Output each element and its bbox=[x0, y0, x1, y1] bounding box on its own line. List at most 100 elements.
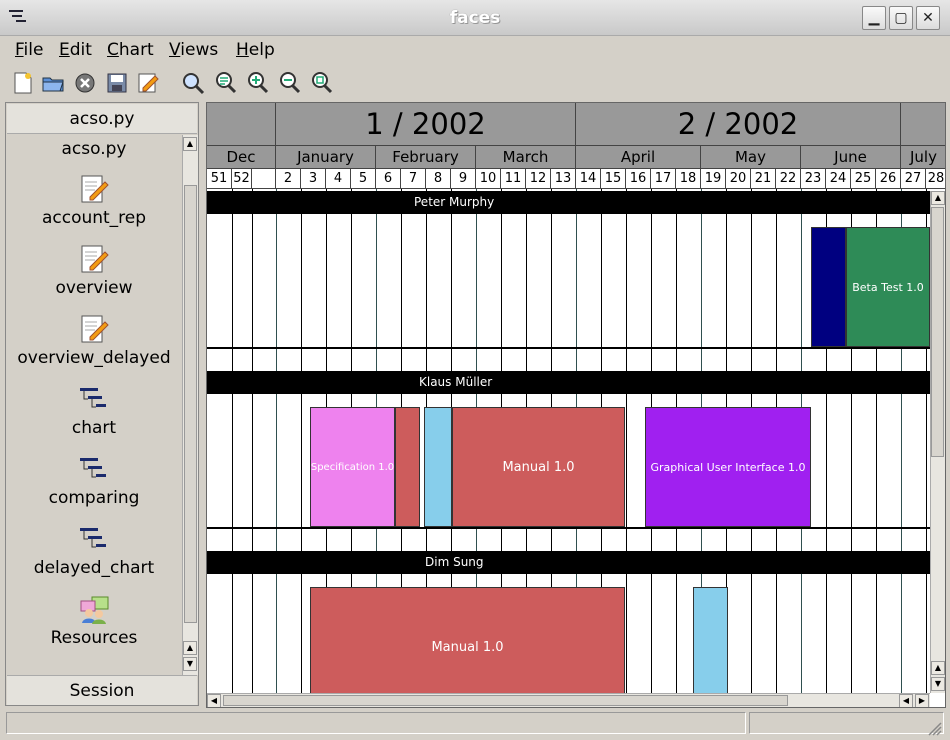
sidebar-scrollbar[interactable]: ▲ ▲ ▼ bbox=[182, 135, 198, 675]
task-bar[interactable]: Manual 1.0 bbox=[310, 587, 625, 693]
week-header-cell: 16 bbox=[626, 169, 651, 189]
week-header-cell: 5 bbox=[351, 169, 376, 189]
week-header-cell: 8 bbox=[426, 169, 451, 189]
close-window-button[interactable]: ✕ bbox=[916, 6, 940, 30]
scroll-up-button[interactable]: ▲ bbox=[183, 137, 197, 151]
sidebar-header[interactable]: acso.py bbox=[7, 104, 197, 134]
gantt-chart-icon[interactable] bbox=[78, 523, 110, 555]
chart-horizontal-scrollbar[interactable]: ◀ ◀ ▶ bbox=[207, 693, 930, 707]
task-bar[interactable]: Beta Test 1.0 bbox=[846, 227, 930, 347]
week-header-cell: 14 bbox=[576, 169, 601, 189]
gantt-chart-icon[interactable] bbox=[78, 453, 110, 485]
sidebar-item-account-rep[interactable]: account_rep bbox=[6, 208, 182, 228]
scroll-left-button[interactable]: ◀ bbox=[899, 694, 913, 707]
menu-help[interactable]: Help bbox=[234, 39, 277, 61]
edit-document-icon[interactable] bbox=[78, 313, 110, 345]
edit-document-icon[interactable] bbox=[78, 243, 110, 275]
week-header-cell: 51 bbox=[207, 169, 232, 189]
week-header-cell: 21 bbox=[751, 169, 776, 189]
menu-views[interactable]: Views bbox=[167, 39, 220, 61]
minimize-button[interactable]: ▁ bbox=[862, 6, 886, 30]
scroll-thumb[interactable] bbox=[223, 695, 788, 706]
scroll-down-button[interactable]: ▼ bbox=[931, 677, 945, 691]
scroll-left-button[interactable]: ◀ bbox=[207, 694, 221, 707]
sidebar-item-comparing[interactable]: comparing bbox=[6, 488, 182, 508]
week-header-cell: 13 bbox=[551, 169, 576, 189]
resource-name: Peter Murphy bbox=[414, 195, 495, 209]
quarter-header-cell: 2 / 2002 bbox=[576, 103, 901, 146]
scroll-up-button[interactable]: ▲ bbox=[183, 641, 197, 655]
month-header-cell: June bbox=[801, 146, 901, 169]
task-bar[interactable] bbox=[811, 227, 846, 347]
chart-body: Peter Murphy Beta Test 1.0 Klaus Müller Spe… bbox=[207, 189, 930, 693]
task-bar[interactable] bbox=[395, 407, 420, 527]
zoom-out-icon[interactable] bbox=[276, 70, 302, 96]
menu-chart[interactable]: Chart bbox=[105, 39, 156, 61]
week-header-cell: 9 bbox=[451, 169, 476, 189]
grid-line bbox=[232, 189, 233, 693]
week-header-cell: 25 bbox=[851, 169, 876, 189]
grid-line bbox=[252, 189, 253, 693]
task-bar[interactable] bbox=[424, 407, 452, 527]
sidebar-title: acso.py bbox=[61, 139, 127, 159]
scroll-down-button[interactable]: ▼ bbox=[183, 657, 197, 671]
month-header-cell: Dec bbox=[207, 146, 276, 169]
week-header-cell: 28 bbox=[926, 169, 945, 189]
task-bar[interactable]: Specification 1.0 bbox=[310, 407, 395, 527]
grid-line bbox=[301, 189, 302, 693]
status-field-secondary bbox=[749, 712, 944, 734]
week-header-cell: 26 bbox=[876, 169, 901, 189]
sidebar-item-delayed-chart[interactable]: delayed_chart bbox=[6, 558, 182, 578]
sidebar-item-chart[interactable]: chart bbox=[6, 418, 182, 438]
week-header-cell: 17 bbox=[651, 169, 676, 189]
gantt-chart[interactable]: 1 / 2002 2 / 2002 Dec January February March A… bbox=[206, 102, 946, 708]
zoom-fit-icon[interactable] bbox=[212, 70, 238, 96]
chart-canvas: 1 / 2002 2 / 2002 Dec January February March A… bbox=[207, 103, 945, 693]
edit-icon[interactable] bbox=[135, 70, 161, 96]
window-title: faces bbox=[449, 8, 501, 28]
resources-icon[interactable] bbox=[78, 593, 110, 625]
sidebar-item-overview[interactable]: overview bbox=[6, 278, 182, 298]
month-header-cell: March bbox=[476, 146, 576, 169]
quarter-header-cell bbox=[207, 103, 276, 146]
row-separator bbox=[207, 527, 930, 529]
edit-document-icon[interactable] bbox=[78, 173, 110, 205]
week-header-cell: 23 bbox=[801, 169, 826, 189]
maximize-button[interactable]: ▢ bbox=[889, 6, 913, 30]
week-header-cell: 27 bbox=[901, 169, 926, 189]
week-header-cell: 52 bbox=[232, 169, 252, 189]
new-file-icon[interactable] bbox=[10, 70, 36, 96]
scroll-thumb[interactable] bbox=[184, 185, 197, 623]
zoom-icon[interactable] bbox=[180, 70, 206, 96]
scroll-right-button[interactable]: ▶ bbox=[915, 694, 929, 707]
task-bar[interactable]: Graphical User Interface 1.0 bbox=[645, 407, 811, 527]
sidebar-item-resources[interactable]: Resources bbox=[6, 628, 182, 648]
grid-line bbox=[626, 189, 627, 693]
save-icon[interactable] bbox=[104, 70, 130, 96]
week-header-cell: 20 bbox=[726, 169, 751, 189]
menu-file[interactable]: File bbox=[13, 39, 45, 61]
resize-grip-icon[interactable] bbox=[926, 720, 942, 736]
close-icon[interactable] bbox=[72, 70, 98, 96]
menu-edit[interactable]: Edit bbox=[57, 39, 94, 61]
scroll-thumb[interactable] bbox=[931, 207, 944, 457]
zoom-reset-icon[interactable] bbox=[308, 70, 334, 96]
open-folder-icon[interactable] bbox=[40, 70, 66, 96]
sidebar-footer-session[interactable]: Session bbox=[7, 675, 197, 705]
week-header-cell: 11 bbox=[501, 169, 526, 189]
week-header-cell: 15 bbox=[601, 169, 626, 189]
task-bar[interactable] bbox=[693, 587, 728, 693]
month-header-cell: February bbox=[376, 146, 476, 169]
menu-bar: File Edit Chart Views Help bbox=[0, 36, 950, 64]
scroll-up-button[interactable]: ▲ bbox=[931, 661, 945, 675]
task-bar[interactable]: Manual 1.0 bbox=[452, 407, 625, 527]
chart-vertical-scrollbar[interactable]: ▲ ▲ ▼ bbox=[930, 191, 945, 693]
week-header-cell: 4 bbox=[326, 169, 351, 189]
zoom-in-icon[interactable] bbox=[244, 70, 270, 96]
gantt-chart-icon[interactable] bbox=[78, 383, 110, 415]
grid-line bbox=[276, 189, 277, 693]
scroll-up-button[interactable]: ▲ bbox=[931, 191, 945, 205]
status-field-main bbox=[6, 712, 746, 734]
sidebar-item-overview-delayed[interactable]: overview_delayed bbox=[6, 348, 182, 368]
status-bar bbox=[0, 708, 950, 738]
